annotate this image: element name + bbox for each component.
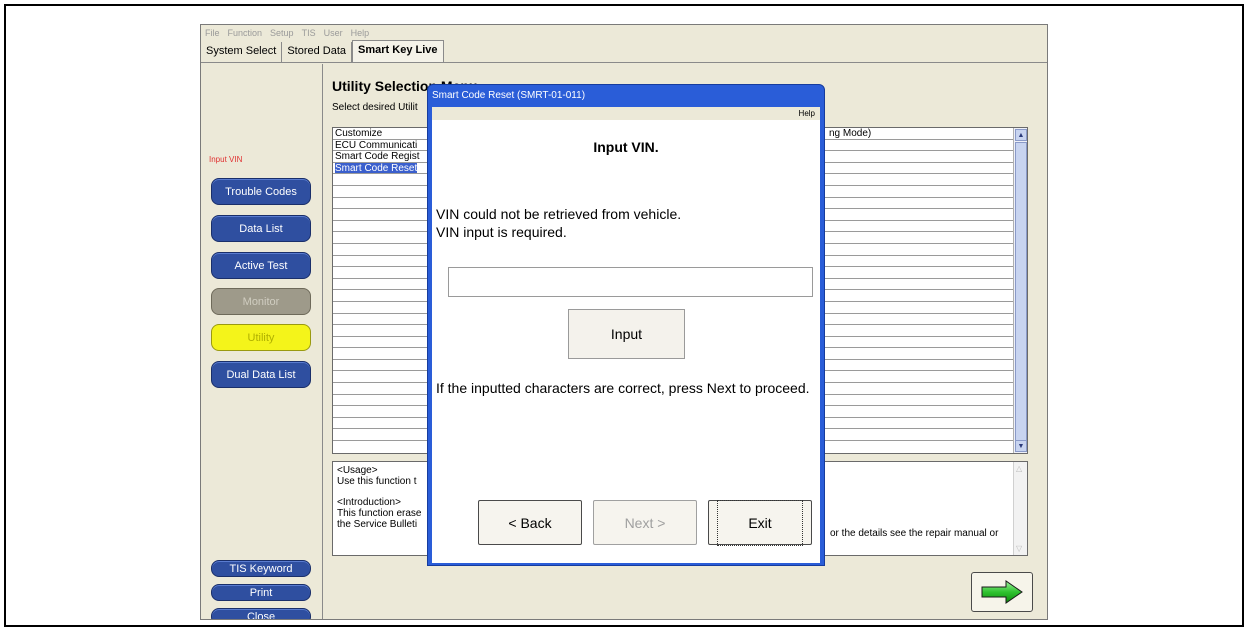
scroll-down-arrow-icon[interactable]: ▼ — [1015, 440, 1027, 452]
dialog-note: If the inputted characters are correct, … — [436, 380, 810, 396]
scroll-up-arrow-icon[interactable]: △ — [1016, 464, 1022, 473]
tab-stored-data[interactable]: Stored Data — [282, 42, 353, 62]
menu-bar: File Function Setup TIS User Help — [201, 25, 1047, 41]
scroll-up-arrow-icon[interactable]: ▲ — [1015, 129, 1027, 141]
message-line-1: VIN could not be retrieved from vehicle. — [436, 206, 682, 222]
dialog-message: VIN could not be retrieved from vehicle.… — [436, 205, 681, 241]
right-arrow-icon — [981, 580, 1023, 604]
help-menu-item[interactable]: Help — [799, 109, 815, 118]
utility-button[interactable]: Utility — [211, 324, 311, 351]
dialog-body: Help Input VIN. VIN could not be retriev… — [432, 107, 820, 563]
back-button[interactable]: < Back — [478, 500, 582, 545]
print-button[interactable]: Print — [211, 584, 311, 601]
list-item-mode-text: ng Mode) — [829, 128, 872, 139]
scroll-down-arrow-icon[interactable]: ▽ — [1016, 544, 1022, 553]
next-button[interactable]: Next > — [593, 500, 697, 545]
description-scrollbar[interactable]: △ ▽ — [1013, 462, 1027, 555]
dialog-heading: Input VIN. — [593, 139, 659, 155]
intro-continued-text: or the details see the repair manual or — [830, 528, 999, 539]
menu-function[interactable]: Function — [228, 28, 263, 38]
page-subtitle: Select desired Utilit — [332, 102, 418, 113]
exit-button[interactable]: Exit — [708, 499, 812, 546]
message-line-2: VIN input is required. — [436, 224, 567, 240]
menu-user[interactable]: User — [324, 28, 343, 38]
menu-help[interactable]: Help — [351, 28, 370, 38]
dialog-title: Smart Code Reset (SMRT-01-011) — [432, 90, 586, 101]
exit-button-label: Exit — [717, 499, 803, 546]
tab-smart-key-live[interactable]: Smart Key Live — [352, 40, 444, 62]
tab-bar: System Select Stored Data Smart Key Live — [201, 40, 1047, 63]
tab-system-select[interactable]: System Select — [201, 42, 283, 62]
menu-tis[interactable]: TIS — [302, 28, 316, 38]
active-test-button[interactable]: Active Test — [211, 252, 311, 279]
smart-code-reset-dialog: Smart Code Reset (SMRT-01-011) Help Inpu… — [427, 84, 825, 566]
list-scrollbar[interactable]: ▲ ▼ — [1013, 128, 1027, 453]
close-button[interactable]: Close — [211, 608, 311, 619]
scroll-thumb[interactable] — [1015, 142, 1027, 441]
menu-setup[interactable]: Setup — [270, 28, 294, 38]
vin-input-field[interactable] — [448, 267, 813, 297]
trouble-codes-button[interactable]: Trouble Codes — [211, 178, 311, 205]
dual-data-list-button[interactable]: Dual Data List — [211, 361, 311, 388]
dialog-help-menu: Help — [432, 107, 820, 120]
monitor-button[interactable]: Monitor — [211, 288, 311, 315]
input-button[interactable]: Input — [568, 309, 685, 359]
tis-keyword-button[interactable]: TIS Keyword — [211, 560, 311, 577]
data-list-button[interactable]: Data List — [211, 215, 311, 242]
input-vin-status-label: Input VIN — [209, 155, 243, 164]
menu-file[interactable]: File — [205, 28, 220, 38]
next-arrow-button[interactable] — [971, 572, 1033, 612]
left-panel: Input VIN Trouble Codes Data List Active… — [201, 64, 323, 619]
